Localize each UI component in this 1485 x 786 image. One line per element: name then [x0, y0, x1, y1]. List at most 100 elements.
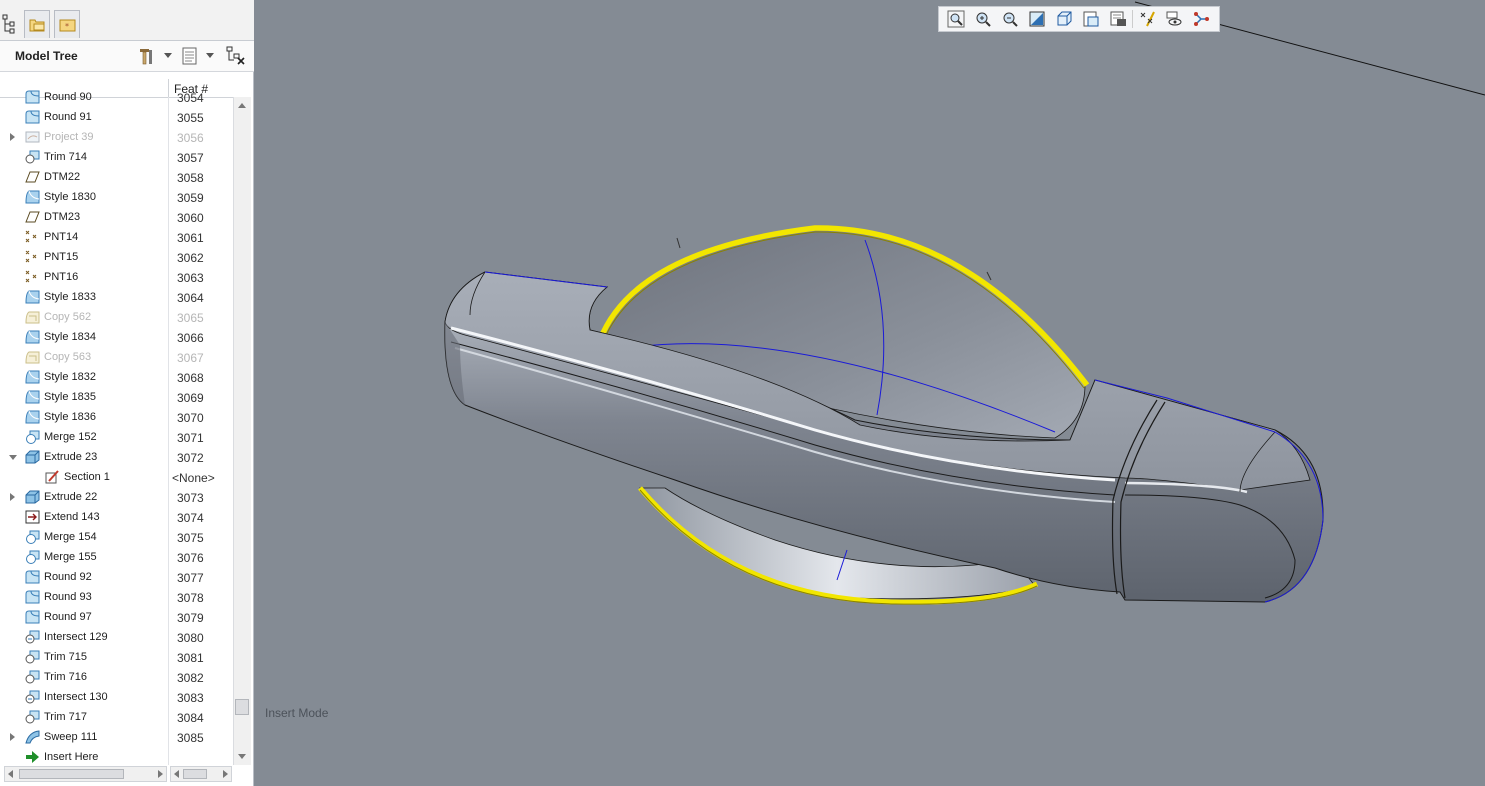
- feat-number: 3066: [177, 331, 204, 345]
- tree-item-label: Style 1834: [44, 331, 96, 343]
- expand-chevron-icon[interactable]: [10, 493, 15, 501]
- extrude-icon: [25, 450, 40, 464]
- tree-item[interactable]: Merge 152 3071: [0, 427, 232, 447]
- feat-number: 3060: [177, 211, 204, 225]
- show-chevron-down-icon[interactable]: [206, 53, 214, 58]
- panel-title: Model Tree: [15, 49, 78, 63]
- spin-center-icon[interactable]: [1163, 9, 1185, 29]
- tree-item[interactable]: Round 92 3077: [0, 567, 232, 587]
- tree-item[interactable]: Copy 563 3067: [0, 347, 232, 367]
- tree-item[interactable]: PNT15 3062: [0, 247, 232, 267]
- folder-browser-tab[interactable]: [24, 10, 50, 38]
- display-style-icon[interactable]: [1053, 9, 1075, 29]
- tree-item[interactable]: Round 91 3055: [0, 107, 232, 127]
- feat-number: 3064: [177, 291, 204, 305]
- door-handle-model[interactable]: [255, 0, 1485, 786]
- tree-item[interactable]: Extend 143 3074: [0, 507, 232, 527]
- datum-display-icon[interactable]: [1136, 9, 1158, 29]
- tree-item[interactable]: Extrude 22 3073: [0, 487, 232, 507]
- tree-item[interactable]: Merge 155 3076: [0, 547, 232, 567]
- scroll-right-arrow-icon[interactable]: [158, 770, 163, 778]
- tree-item[interactable]: Style 1834 3066: [0, 327, 232, 347]
- settings-tools-icon[interactable]: [137, 46, 157, 66]
- expand-chevron-icon[interactable]: [10, 133, 15, 141]
- tree-item[interactable]: PNT16 3063: [0, 267, 232, 287]
- tree-item[interactable]: Trim 716 3082: [0, 667, 232, 687]
- tree-item[interactable]: Style 1832 3068: [0, 367, 232, 387]
- feat-number: 3070: [177, 411, 204, 425]
- tree-item[interactable]: DTM22 3058: [0, 167, 232, 187]
- copy-icon: [25, 350, 40, 364]
- scroll-up-arrow-icon[interactable]: [238, 103, 246, 108]
- tree-item[interactable]: Style 1833 3064: [0, 287, 232, 307]
- feat-number: 3071: [177, 431, 204, 445]
- horizontal-scroll-thumb[interactable]: [183, 769, 207, 779]
- tree-item[interactable]: Trim 717 3084: [0, 707, 232, 727]
- tree-item[interactable]: Insert Here: [0, 747, 232, 765]
- tree-item[interactable]: Style 1835 3069: [0, 387, 232, 407]
- tree-item[interactable]: Project 39 3056: [0, 127, 232, 147]
- tree-item[interactable]: Section 1 <None>: [0, 467, 232, 487]
- tree-vertical-scrollbar[interactable]: [233, 97, 251, 765]
- tree-item-label: Trim 715: [44, 651, 87, 663]
- tree-item[interactable]: Style 1836 3070: [0, 407, 232, 427]
- feat-number: 3075: [177, 531, 204, 545]
- tree-horizontal-scrollbar-left[interactable]: [4, 766, 167, 782]
- feat-number: 3081: [177, 651, 204, 665]
- panel-tab-strip: *: [0, 0, 254, 41]
- tree-item[interactable]: Round 93 3078: [0, 587, 232, 607]
- extend-icon: [25, 510, 40, 524]
- feat-number: 3055: [177, 111, 204, 125]
- model-tree-tab[interactable]: [2, 14, 20, 39]
- scroll-left-arrow-icon[interactable]: [174, 770, 179, 778]
- graphics-viewport[interactable]: Insert Mode: [255, 0, 1485, 786]
- tree-item[interactable]: Sweep 111 3085: [0, 727, 232, 747]
- feat-number: 3057: [177, 151, 204, 165]
- feat-number: 3080: [177, 631, 204, 645]
- scroll-right-arrow-icon[interactable]: [223, 770, 228, 778]
- tree-item[interactable]: PNT14 3061: [0, 227, 232, 247]
- show-list-icon[interactable]: [180, 46, 200, 66]
- settings-chevron-down-icon[interactable]: [164, 53, 172, 58]
- view-toolbar: [938, 6, 1220, 32]
- feat-number: 3059: [177, 191, 204, 205]
- tree-horizontal-scrollbar-right[interactable]: [170, 766, 232, 782]
- tree-item[interactable]: Round 97 3079: [0, 607, 232, 627]
- tree-filters-icon[interactable]: [226, 46, 246, 66]
- tree-item-label: Project 39: [44, 131, 94, 143]
- tree-item[interactable]: Copy 562 3065: [0, 307, 232, 327]
- feat-number: 3083: [177, 691, 204, 705]
- scroll-down-arrow-icon[interactable]: [238, 754, 246, 759]
- tree-item[interactable]: Intersect 129 3080: [0, 627, 232, 647]
- tree-item-label: Trim 714: [44, 151, 87, 163]
- saved-orientations-icon[interactable]: [1080, 9, 1102, 29]
- svg-text:*: *: [65, 22, 69, 31]
- tree-item-label: Sweep 111: [44, 731, 98, 743]
- tree-item[interactable]: DTM23 3060: [0, 207, 232, 227]
- expand-chevron-icon[interactable]: [10, 733, 15, 741]
- feat-number: 3062: [177, 251, 204, 265]
- mode-status-text: Insert Mode: [265, 706, 329, 720]
- sweep-icon: [25, 730, 40, 744]
- repaint-icon[interactable]: [1026, 9, 1048, 29]
- view-manager-icon[interactable]: [1107, 9, 1129, 29]
- tree-item[interactable]: Merge 154 3075: [0, 527, 232, 547]
- zoom-in-icon[interactable]: [972, 9, 994, 29]
- vertical-scroll-thumb[interactable]: [235, 699, 249, 715]
- tree-item[interactable]: Extrude 23 3072: [0, 447, 232, 467]
- annotation-display-icon[interactable]: [1190, 9, 1212, 29]
- zoom-out-icon[interactable]: [999, 9, 1021, 29]
- style-icon: [25, 410, 40, 424]
- tree-item-label: Style 1835: [44, 391, 96, 403]
- scroll-left-arrow-icon[interactable]: [8, 770, 13, 778]
- tree-item[interactable]: Intersect 130 3083: [0, 687, 232, 707]
- tree-item[interactable]: Round 90 3054: [0, 90, 232, 107]
- collapse-chevron-icon[interactable]: [9, 455, 17, 460]
- tree-item[interactable]: Style 1830 3059: [0, 187, 232, 207]
- refit-icon[interactable]: [945, 9, 967, 29]
- tree-item[interactable]: Trim 714 3057: [0, 147, 232, 167]
- favorites-tab[interactable]: *: [54, 10, 80, 38]
- horizontal-scroll-thumb[interactable]: [19, 769, 124, 779]
- tree-item[interactable]: Trim 715 3081: [0, 647, 232, 667]
- feat-number: 3084: [177, 711, 204, 725]
